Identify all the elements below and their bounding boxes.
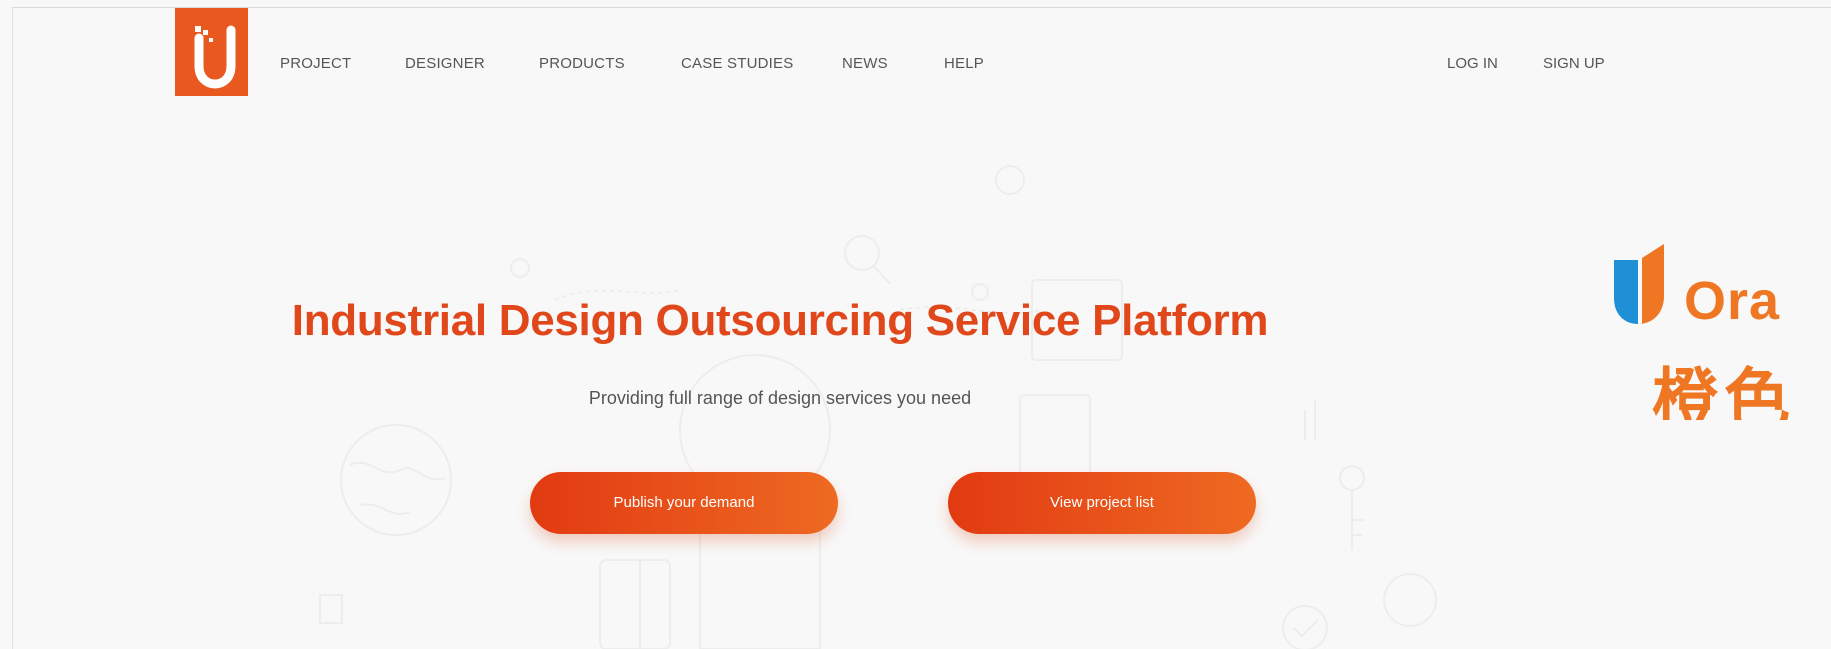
nav-item-news[interactable]: NEWS bbox=[842, 55, 888, 72]
nav-item-project[interactable]: PROJECT bbox=[280, 55, 351, 72]
hero-title: Industrial Design Outsourcing Service Pl… bbox=[291, 296, 1269, 345]
signup-link[interactable]: SIGN UP bbox=[1543, 55, 1605, 72]
page: PROJECT DESIGNER PRODUCTS CASE STUDIES N… bbox=[0, 0, 1831, 649]
nav-item-designer[interactable]: DESIGNER bbox=[405, 55, 485, 72]
logo-mark-icon bbox=[194, 25, 236, 89]
publish-demand-button[interactable]: Publish your demand bbox=[530, 472, 838, 534]
brand-chinese-name: 橙色 bbox=[1652, 362, 1796, 420]
login-link[interactable]: LOG IN bbox=[1447, 55, 1498, 72]
brand-name: Ora bbox=[1684, 271, 1781, 331]
view-project-list-button[interactable]: View project list bbox=[948, 472, 1256, 534]
brand-logo-icon bbox=[1614, 244, 1664, 324]
hero-subtitle: Providing full range of design services … bbox=[588, 388, 972, 408]
site-logo[interactable] bbox=[175, 8, 248, 96]
nav-item-help[interactable]: HELP bbox=[944, 55, 984, 72]
brand-watermark: Ora 橙色 bbox=[1602, 220, 1831, 420]
nav-item-case-studies[interactable]: CASE STUDIES bbox=[681, 55, 793, 72]
nav-item-products[interactable]: PRODUCTS bbox=[539, 55, 625, 72]
